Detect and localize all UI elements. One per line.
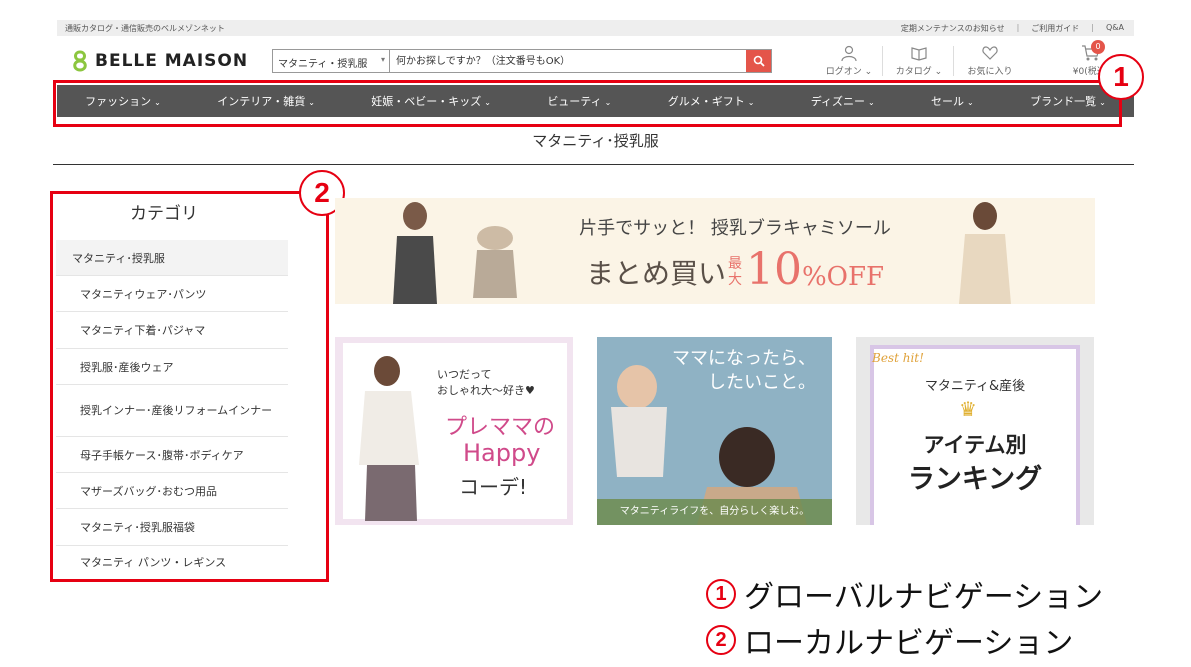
guide-link[interactable]: ご利用ガイド [1031,23,1079,34]
site-logo[interactable]: BELLE MAISON [71,50,248,72]
annotation-box-global-nav [53,80,1122,127]
banner-models-image [393,202,517,304]
page-title: マタニティ･授乳服 [532,132,659,150]
title-divider [53,164,1134,165]
tile-heading: アイテム別 [923,433,1027,457]
separator: | [1016,23,1020,32]
catalog-label: カタログ [895,67,932,77]
legend-text: グローバルナビゲーション [744,581,1104,614]
annotation-callout-1: 1 [1098,54,1144,100]
favorites-button[interactable]: お気に入り [962,44,1018,80]
tile-heading-line: したいこと。 [708,372,816,393]
search-category-select[interactable]: マタニティ・授乳服 ▾ [273,50,390,72]
banner-offer-text: まとめ買い [585,257,726,290]
heart-icon [982,46,998,60]
tile-caption-line: おしゃれ大〜好き♥ [437,384,535,397]
book-icon [911,47,927,61]
maintenance-link[interactable]: 定期メンテナンスのお知らせ [901,23,1005,34]
search-input[interactable] [390,50,746,72]
legend-item-2: 2 ローカルナビゲーション [706,618,1073,662]
tile-heading-coord: コーデ! [459,475,528,499]
search-icon [753,55,765,67]
promo-tile-ranking[interactable]: Best hit! マタニティ&産後 ♛ アイテム別 ランキング [856,337,1094,525]
user-icon [841,45,857,62]
divider [953,46,954,76]
promo-tile-mama-wishes[interactable]: ママになったら、 したいこと。 マタニティライフを、自分らしく楽しむ。 [597,337,832,525]
separator: | [1091,23,1094,32]
logo-text: BELLE MAISON [95,51,249,71]
search-category-value: マタニティ・授乳服 [278,59,368,70]
tile-heading: プレママの [445,415,556,440]
banner-offer-number: 10 [745,244,802,295]
favorites-label: お気に入り [967,67,1013,77]
tile-heading-ranking: ランキング [907,464,1043,495]
tile-heading: ママになったら、 したいこと。 [672,347,816,395]
catalog-button[interactable]: カタログ ⌄ [892,44,946,80]
search-button[interactable] [746,50,771,72]
legend-text: ローカルナビゲーション [744,627,1074,660]
tile-heading-happy: Happy [463,439,541,467]
tile-badge: Best hit! [872,351,924,365]
banner-offer: まとめ買い 最大 10 %OFF [545,244,925,295]
legend-number: 2 [706,625,736,655]
tile-model-image [359,356,419,521]
banner-offer-max: 最大 [727,256,742,288]
tile-footer: マタニティライフを、自分らしく楽しむ。 [597,499,832,525]
tile-subheading: マタニティ&産後 [924,379,1026,394]
logo-mark-icon [73,50,87,72]
legend-item-1: 1 グローバルナビゲーション [706,572,1103,616]
tile-heading-line: ママになったら、 [672,348,816,369]
divider [882,46,883,76]
promo-tile-happy-coord[interactable]: いつだって おしゃれ大〜好き♥ プレママの Happy コーデ! [335,337,573,525]
legend-number: 1 [706,579,736,609]
site-tagline: 通販カタログ・通信販売のベルメゾンネット [65,24,225,33]
banner-headline: 片手でサッと！ 授乳ブラキャミソール [579,218,891,239]
chevron-down-icon: ▾ [380,55,385,64]
tile-caption: いつだって おしゃれ大〜好き♥ [437,367,535,399]
annotation-box-local-nav [50,191,329,582]
login-button[interactable]: ログオン ⌄ [822,44,876,80]
login-label: ログオン [825,67,862,77]
cart-count-badge: 0 [1091,40,1105,54]
banner-model-image [959,202,1011,304]
promo-banner[interactable]: 片手でサッと！ 授乳ブラキャミソール まとめ買い 最大 10 %OFF [335,198,1095,304]
top-links: 定期メンテナンスのお知らせ | ご利用ガイド | Q&A [901,23,1124,34]
crown-icon: ♛ [959,397,977,421]
qa-link[interactable]: Q&A [1106,23,1124,34]
tile-caption-line: いつだって [437,368,492,381]
top-utility-bar: 通販カタログ・通信販売のベルメゾンネット 定期メンテナンスのお知らせ | ご利用… [57,20,1134,36]
banner-offer-unit: %OFF [801,262,885,292]
search-bar: マタニティ・授乳服 ▾ [272,49,772,73]
